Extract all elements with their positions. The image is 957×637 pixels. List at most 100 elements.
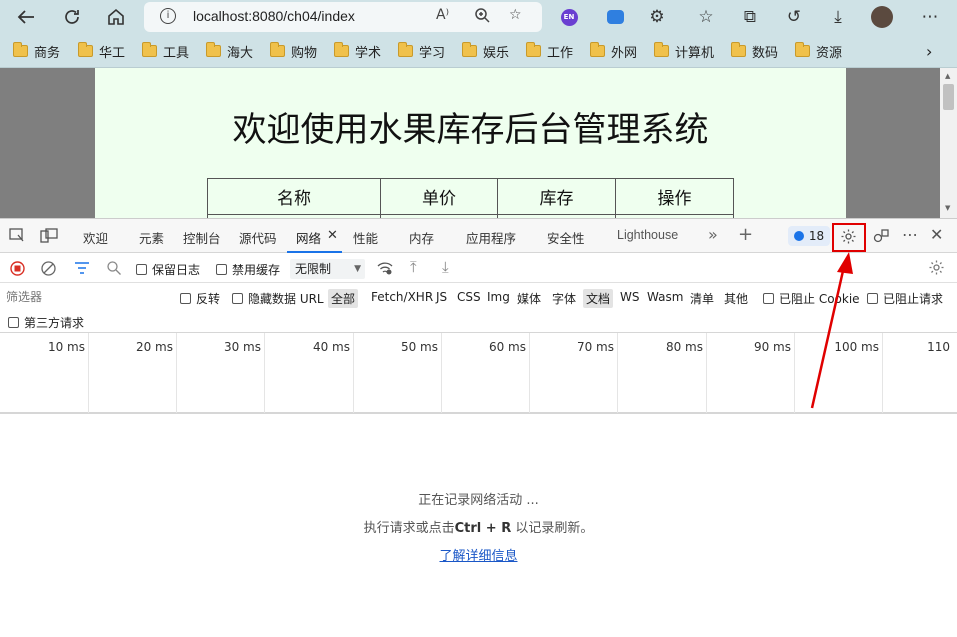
tab-console[interactable]: 控制台 (183, 228, 221, 247)
blocked-cookies-checkbox[interactable]: 已阻止 Cookie (763, 290, 860, 307)
import-har-icon[interactable]: ⤒ (410, 258, 417, 276)
history-icon[interactable]: ↺ (782, 5, 806, 29)
tab-welcome[interactable]: 欢迎 (83, 228, 108, 247)
filter-type-img[interactable]: Img (484, 289, 513, 305)
filter-bar: 反转 隐藏数据 URL 全部 Fetch/XHR JS CSS Img 媒体 字… (0, 283, 957, 333)
page-scrollbar[interactable]: ▲ ▼ (940, 68, 957, 218)
filter-icon[interactable] (74, 261, 90, 278)
folder-icon (590, 42, 605, 57)
favorites-icon[interactable]: ☆ (694, 5, 718, 29)
tab-application[interactable]: 应用程序 (466, 228, 516, 247)
filter-type-all[interactable]: 全部 (328, 289, 359, 308)
bookmark-folder[interactable]: 外网 (590, 42, 637, 61)
bookmark-folder[interactable]: 华工 (78, 42, 125, 61)
filter-type-manifest[interactable]: 清单 (687, 289, 717, 308)
scroll-up-icon[interactable]: ▲ (945, 72, 950, 80)
tab-security[interactable]: 安全性 (547, 228, 585, 247)
filter-type-fetch-xhr[interactable]: Fetch/XHR (368, 289, 436, 305)
back-icon[interactable] (14, 5, 38, 29)
tab-sources[interactable]: 源代码 (239, 228, 277, 247)
network-settings-icon[interactable] (928, 259, 945, 279)
invert-checkbox[interactable]: 反转 (180, 290, 220, 307)
timeline-tick-label: 20 ms (135, 340, 173, 354)
blocked-requests-checkbox[interactable]: 已阻止请求 (867, 290, 943, 307)
close-devtools-icon[interactable]: ✕ (930, 225, 943, 244)
filter-type-media[interactable]: 媒体 (514, 289, 544, 308)
tab-performance[interactable]: 性能 (353, 228, 378, 247)
timeline-tick-label: 70 ms (576, 340, 614, 354)
page-content: 欢迎使用水果库存后台管理系统 名称 单价 库存 操作 (95, 68, 846, 225)
bookmark-folder[interactable]: 工具 (142, 42, 189, 61)
downloads-icon[interactable]: ⤓ (826, 5, 850, 29)
tab-memory[interactable]: 内存 (409, 228, 434, 247)
timeline-overview[interactable]: 10 ms 20 ms 30 ms 40 ms 50 ms 60 ms 70 m… (0, 333, 957, 414)
learn-more-link[interactable]: 了解详细信息 (439, 549, 517, 564)
export-har-icon[interactable]: ⤓ (442, 258, 449, 276)
scrollbar-thumb[interactable] (943, 84, 954, 110)
bookmark-folder[interactable]: 学习 (398, 42, 445, 61)
more-menu-icon[interactable]: ⋯ (918, 5, 942, 29)
extensions-icon[interactable]: ⚙ (645, 5, 669, 29)
bookmark-folder[interactable]: 海大 (206, 42, 253, 61)
timeline-tick-label: 10 ms (47, 340, 85, 354)
bookmark-folder[interactable]: 资源 (795, 42, 842, 61)
filter-type-ws[interactable]: WS (617, 289, 642, 305)
extension-cloud-icon[interactable] (603, 5, 627, 29)
throttling-select[interactable]: 无限制 ▼ (290, 259, 365, 279)
device-emulation-icon[interactable] (40, 228, 58, 246)
clear-icon[interactable] (41, 261, 56, 279)
bookmark-folder[interactable]: 娱乐 (462, 42, 509, 61)
bookmark-folder[interactable]: 工作 (526, 42, 573, 61)
record-stop-icon[interactable] (10, 261, 25, 279)
issues-badge[interactable]: 18 (788, 226, 830, 246)
tab-elements[interactable]: 元素 (139, 228, 164, 247)
home-icon[interactable] (104, 5, 128, 29)
disable-cache-checkbox[interactable]: 禁用缓存 (216, 261, 280, 278)
timeline-tick-label: 100 ms (834, 340, 879, 354)
extension-translate-icon[interactable]: EN (557, 5, 581, 29)
timeline-tick-label: 80 ms (665, 340, 703, 354)
tab-network[interactable]: 网络 (296, 228, 321, 247)
bookmark-folder[interactable]: 计算机 (654, 42, 714, 61)
preserve-log-checkbox[interactable]: 保留日志 (136, 261, 200, 278)
tab-lighthouse[interactable]: Lighthouse (617, 228, 678, 242)
folder-icon (78, 42, 93, 57)
filter-type-other[interactable]: 其他 (721, 289, 751, 308)
read-aloud-icon[interactable]: A⁾ (436, 7, 449, 23)
filter-type-doc[interactable]: 文档 (583, 289, 614, 308)
profile-avatar[interactable] (870, 5, 894, 29)
timeline-tick-label: 30 ms (223, 340, 261, 354)
customize-devtools-icon[interactable] (873, 228, 890, 247)
bookmark-folder[interactable]: 商务 (13, 42, 60, 61)
add-tab-icon[interactable]: + (738, 224, 753, 245)
favorite-add-icon[interactable]: ☆ (509, 7, 522, 23)
inspect-element-icon[interactable] (9, 228, 25, 246)
bookmark-folder[interactable]: 购物 (270, 42, 317, 61)
address-bar[interactable]: i localhost:8080/ch04/index A⁾ ☆ (144, 2, 542, 32)
zoom-icon[interactable] (474, 7, 490, 27)
folder-icon (398, 42, 413, 57)
scroll-down-icon[interactable]: ▼ (945, 204, 950, 212)
site-info-icon[interactable]: i (160, 8, 176, 24)
filter-type-font[interactable]: 字体 (549, 289, 579, 308)
more-options-icon[interactable]: ⋯ (902, 225, 918, 244)
bookmarks-overflow-chevron-icon[interactable]: › (926, 42, 932, 61)
close-tab-icon[interactable]: ✕ (327, 228, 338, 243)
filter-type-wasm[interactable]: Wasm (644, 289, 686, 305)
more-tabs-icon[interactable]: » (708, 225, 718, 244)
filter-type-js[interactable]: JS (433, 289, 450, 305)
bookmark-folder[interactable]: 学术 (334, 42, 381, 61)
filter-input[interactable] (2, 288, 167, 306)
third-party-checkbox[interactable]: 第三方请求 (8, 314, 84, 331)
refresh-icon[interactable] (60, 5, 84, 29)
collections-icon[interactable]: ⧉ (738, 5, 762, 29)
search-icon[interactable] (106, 260, 122, 279)
browser-toolbar: i localhost:8080/ch04/index A⁾ ☆ EN ⚙ ☆ … (0, 0, 957, 34)
filter-type-css[interactable]: CSS (454, 289, 484, 305)
network-conditions-icon[interactable] (376, 261, 394, 279)
folder-icon (13, 42, 28, 57)
hide-data-urls-checkbox[interactable]: 隐藏数据 URL (232, 290, 324, 307)
bookmark-folder[interactable]: 数码 (731, 42, 778, 61)
empty-state-title: 正在记录网络活动 ... (418, 493, 539, 508)
page-viewport: 欢迎使用水果库存后台管理系统 名称 单价 库存 操作 ▲ ▼ (0, 68, 957, 225)
